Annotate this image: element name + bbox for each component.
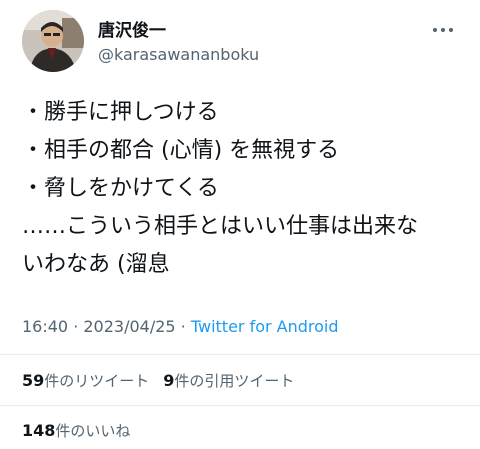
retweets-count: 59 xyxy=(22,371,45,390)
more-horizontal-icon xyxy=(433,28,453,32)
quotes-label: 件の引用ツイート xyxy=(174,372,295,390)
more-button[interactable] xyxy=(430,22,456,38)
likes-stat[interactable]: 148件のいいね xyxy=(22,421,131,440)
retweets-stat[interactable]: 59件のリツイート xyxy=(22,371,150,390)
tweet-meta: 16:40 · 2023/04/25 · Twitter for Android xyxy=(22,316,339,338)
divider xyxy=(0,405,480,406)
display-name[interactable]: 唐沢俊一 xyxy=(98,20,259,42)
engagement-row: 59件のリツイート 9件の引用ツイート xyxy=(22,370,294,392)
user-handle[interactable]: @karasawananboku xyxy=(98,44,259,66)
tweet-line-3: ・脅しをかけてくる xyxy=(22,176,219,201)
tweet-line-2: ・相手の都合 (心情) を無視する xyxy=(22,138,340,163)
tweet-line-1: ・勝手に押しつける xyxy=(22,100,219,125)
tweet-card: 唐沢俊一 @karasawananboku ・勝手に押しつける ・相手の都合 (… xyxy=(0,0,480,449)
meta-separator: · xyxy=(175,317,191,336)
likes-row: 148件のいいね xyxy=(22,420,130,442)
tweet-header: 唐沢俊一 @karasawananboku xyxy=(22,10,462,80)
quotes-stat[interactable]: 9件の引用ツイート xyxy=(163,371,295,390)
meta-separator: · xyxy=(68,317,84,336)
author-names: 唐沢俊一 @karasawananboku xyxy=(98,20,259,66)
avatar[interactable] xyxy=(22,10,84,72)
tweet-text: ・勝手に押しつける ・相手の都合 (心情) を無視する ・脅しをかけてくる ……… xyxy=(22,94,468,284)
avatar-photo xyxy=(22,10,84,72)
tweet-source-link[interactable]: Twitter for Android xyxy=(191,317,339,336)
tweet-date[interactable]: 2023/04/25 xyxy=(83,317,175,336)
tweet-time[interactable]: 16:40 xyxy=(22,317,68,336)
likes-count: 148 xyxy=(22,421,56,440)
retweets-label: 件のリツイート xyxy=(44,372,150,390)
quotes-count: 9 xyxy=(163,371,175,390)
tweet-line-4: ……こういう相手とはいい仕事は出来な xyxy=(22,214,419,239)
divider xyxy=(0,354,480,355)
likes-label: 件のいいね xyxy=(55,422,131,440)
tweet-line-5: いわなあ (溜息 xyxy=(22,252,170,277)
